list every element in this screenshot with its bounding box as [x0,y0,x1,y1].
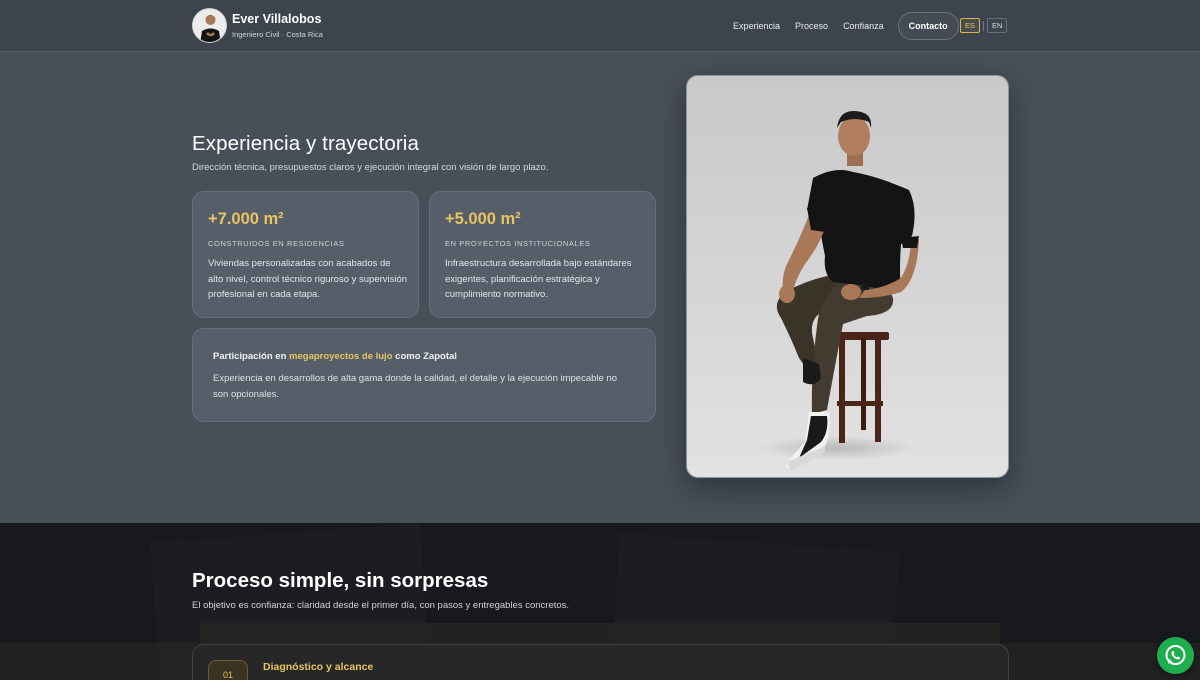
participation-suffix: como Zapotal [395,351,457,362]
brand-subtitle: Ingeniero Civil · Costa Rica [232,30,323,39]
participation-description: Experiencia en desarrollos de alta gama … [213,373,618,400]
language-switcher: ES EN [960,18,1008,33]
nav-proceso[interactable]: Proceso [795,12,828,40]
participation-card: Participación en megaproyectos de lujo c… [192,328,656,422]
participation-prefix: Participación en [213,351,287,362]
contact-button[interactable]: Contacto [897,12,959,40]
process-section: Proceso simple, sin sorpresas El objetiv… [0,523,1200,680]
brand-name: Ever Villalobos [232,12,322,26]
lang-en-button[interactable]: EN [987,18,1008,33]
nav-experiencia[interactable]: Experiencia [733,12,780,40]
step-title: Diagnóstico y alcance [263,661,374,673]
step-number: 01 [208,660,248,680]
nav-confianza[interactable]: Confianza [843,12,884,40]
stat-card-institutional: +5.000 m² EN PROYECTOS INSTITUCIONALES I… [429,191,656,318]
process-subtitle: El objetivo es confianza: claridad desde… [192,600,570,611]
stat-label: EN PROYECTOS INSTITUCIONALES [445,239,591,248]
experience-subtitle: Dirección técnica, presupuestos claros y… [192,162,549,173]
participation-title: Participación en megaproyectos de lujo c… [213,351,457,362]
stat-card-residential: +7.000 m² CONSTRUIDOS EN RESIDENCIAS Viv… [192,191,419,318]
stat-value: +5.000 m² [445,210,521,228]
avatar [192,8,227,43]
site-header: Ever Villalobos Ingeniero Civil · Costa … [0,0,1200,52]
stat-value: +7.000 m² [208,210,284,228]
participation-highlight: megaproyectos de lujo [289,351,393,362]
whatsapp-button[interactable] [1157,637,1194,674]
stat-description: Viviendas personalizadas con acabados de… [208,258,408,300]
whatsapp-icon [1165,645,1186,665]
brand[interactable]: Ever Villalobos Ingeniero Civil · Costa … [192,8,323,43]
stat-description: Infraestructura desarrollada bajo estánd… [445,258,632,300]
portrait-photo [686,75,1009,478]
experience-title: Experiencia y trayectoria [192,132,419,155]
process-step: 01 Diagnóstico y alcance [192,644,1009,680]
lang-divider [983,20,985,31]
process-title: Proceso simple, sin sorpresas [192,569,489,592]
lang-es-button[interactable]: ES [960,18,981,33]
stat-label: CONSTRUIDOS EN RESIDENCIAS [208,239,345,248]
main-nav: Experiencia Proceso Confianza Contacto [733,12,959,40]
